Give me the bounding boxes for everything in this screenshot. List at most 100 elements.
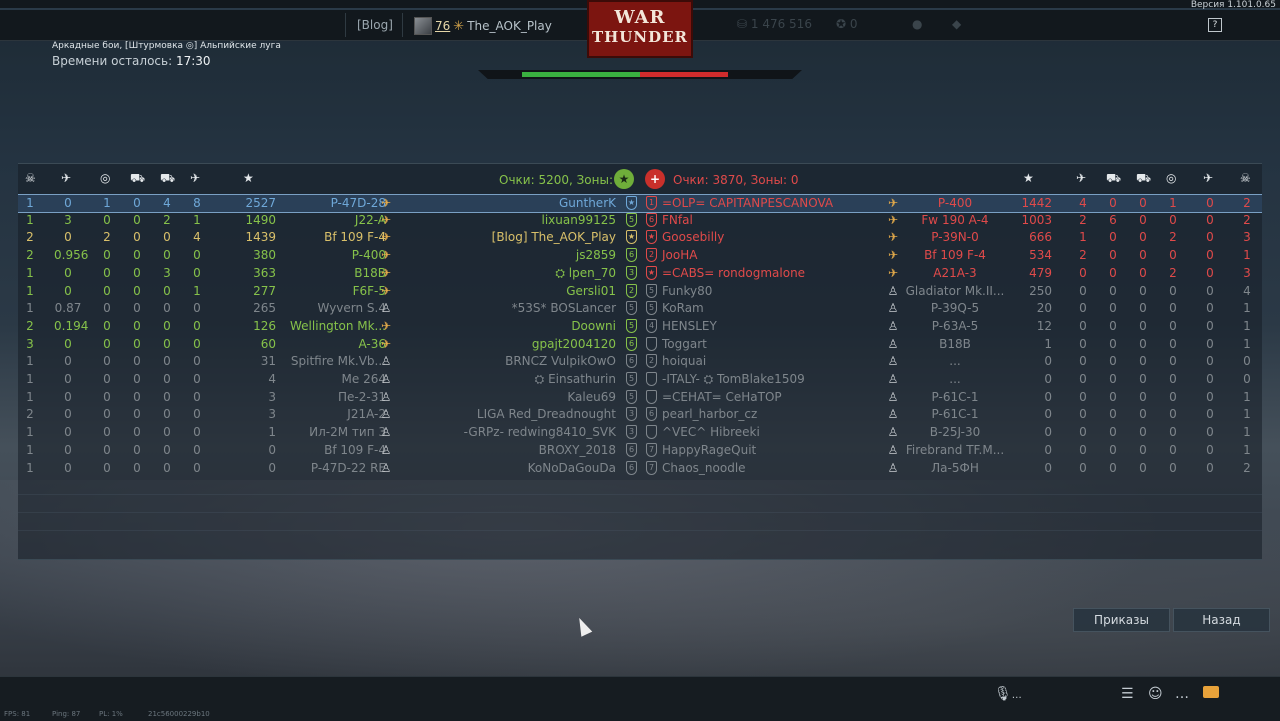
aircraft-icon: ✈	[380, 284, 392, 298]
stat-cell: 1	[26, 354, 34, 368]
stat-cell: 0	[133, 372, 141, 386]
player-name: =OLP= CAPITANPESCANOVA	[662, 196, 834, 210]
mail-icon[interactable]	[1203, 686, 1219, 698]
vehicle-name: ...	[949, 372, 961, 386]
stat-cell: 0	[1169, 284, 1177, 298]
table-row[interactable]: 2 0.956 0 0 0 0 380 P-400 ✈ js2859 6 2 JooHA ✈ Bf 109 …	[18, 247, 1262, 264]
stat-cell: 0	[103, 319, 111, 333]
table-row[interactable]: 2 0 0 0 0 0 3 J21A-2 ♙ LIGA Red_Dreadnought 3 6 pear…	[18, 406, 1262, 423]
stat-cell: 0	[1169, 248, 1177, 262]
table-row[interactable]: 1 0 0 0 0 0 3 Пе-2-31 ♙ Kaleu69 5 =CEHAT= CeHaTOP ♙ P…	[18, 389, 1262, 406]
stat-cell: 0	[1109, 443, 1117, 457]
table-row[interactable]: 1 0 0 0 0 0 31 Spitfire Mk.Vb... ♙ BRNCZ VulpikOw…	[18, 353, 1262, 370]
stat-cell: 3	[26, 337, 34, 351]
stat-cell: 0	[103, 301, 111, 315]
stat-cell: 0	[1206, 337, 1214, 351]
parachute-icon: ♙	[887, 354, 899, 368]
help-icon[interactable]: ?	[1208, 18, 1222, 32]
rank-badge: 5	[646, 301, 657, 315]
score-cell: 1490	[245, 213, 276, 227]
enemy-score-fill	[640, 72, 728, 77]
stat-cell: 0	[64, 354, 72, 368]
blog-link[interactable]: [Blog]	[357, 18, 393, 32]
vehicle-name: J21A-2	[347, 407, 386, 421]
table-row[interactable]: 1 0 1 0 4 8 2527 P-47D-28 ✈ GuntherK ★ 1 =OLP= CAPIT…	[18, 194, 1262, 213]
stat-cell: 0	[1206, 372, 1214, 386]
player-name: HappyRageQuit	[662, 443, 757, 457]
table-row[interactable]: 1 0 0 0 0 0 4 Me 264 ♙ ⛭ Einsathurin 5 -ITALY- ⛭ To…	[18, 371, 1262, 388]
table-row[interactable]: 2 0.194 0 0 0 0 126 Wellington Mk... ✈ Doowni 5 4 HE…	[18, 318, 1262, 335]
table-row[interactable]: 1 3 0 0 2 1 1490 J22-A ✈ lixuan99125 5 6 FNfal ✈ Fw 19…	[18, 212, 1262, 229]
player-name: Kaleu69	[567, 390, 616, 404]
stat-cell: 0	[1206, 319, 1214, 333]
player-profile[interactable]: 76 ✳ The_AOK_Play	[414, 17, 552, 35]
microphone-icon[interactable]: 🎙…	[994, 686, 1022, 702]
rank-badge: 5	[646, 284, 657, 298]
vehicle-name: A-36	[358, 337, 386, 351]
score-cell: 1	[268, 425, 276, 439]
table-row[interactable]: 3 0 0 0 0 0 60 A-36 ✈ gpajt2004120 6 Toggart ♙ B18B 1 0…	[18, 336, 1262, 353]
stat-cell: 0	[1109, 319, 1117, 333]
stat-cell: 0	[64, 461, 72, 475]
parachute-icon: ♙	[380, 301, 392, 315]
vehicle-name: Пе-2-31	[338, 390, 386, 404]
stat-cell: 0	[64, 337, 72, 351]
stat-cell: 0	[1079, 319, 1087, 333]
table-row[interactable]: 1 0 0 0 0 0 0 P-47D-22 RE ♙ KoNoDaGouDa 6 7 Chaos_no…	[18, 460, 1262, 477]
player-name: lixuan99125	[541, 213, 616, 227]
score-cell: 0	[268, 461, 276, 475]
rank-badge: 3	[626, 425, 637, 439]
parachute-icon: ♙	[887, 443, 899, 457]
stat-cell: 3	[163, 266, 171, 280]
rank-badge	[646, 372, 657, 386]
chat-icon[interactable]: …	[1175, 686, 1189, 702]
list-icon[interactable]: ☰	[1121, 686, 1134, 702]
table-row[interactable]: 1 0 0 0 0 0 1 Ил-2М тип 3 ♙ -GRPz- redwing8410_SV…	[18, 424, 1262, 441]
player-name: -ITALY- ⛭ TomBlake1509	[662, 372, 805, 386]
table-row[interactable]: 1 0 0 0 0 0 0 Bf 109 F-4 ♙ BROXY_2018 6 7 HappyRageQ…	[18, 442, 1262, 459]
orders-button[interactable]: Приказы	[1073, 608, 1170, 632]
table-row[interactable]: 2 0 2 0 0 4 1439 Bf 109 F-4 ✈ [Blog] The_AOK_Play…	[18, 229, 1262, 246]
score-cell: 1003	[1021, 213, 1052, 227]
vehicle-name: P-63A-5	[931, 319, 979, 333]
eagles-counter: ✪ 0	[836, 17, 858, 31]
back-button[interactable]: Назад	[1173, 608, 1270, 632]
stat-cell: 0	[103, 284, 111, 298]
stat-cell: 0	[1109, 372, 1117, 386]
stat-cell: 0	[1139, 248, 1147, 262]
vehicle-name: P-61C-1	[931, 390, 979, 404]
stat-cell: 1	[1243, 319, 1251, 333]
player-name: BROXY_2018	[538, 443, 616, 457]
stat-cell: 0	[1109, 337, 1117, 351]
stat-cell: 8	[193, 196, 201, 210]
stat-cell: 3	[64, 213, 72, 227]
stat-cell: 0	[163, 390, 171, 404]
aircraft-icon: ✈	[887, 266, 899, 280]
stat-cell: 2	[1243, 213, 1251, 227]
stat-cell: 0	[1109, 196, 1117, 210]
player-name: Toggart	[662, 337, 707, 351]
stat-cell: 0	[1079, 443, 1087, 457]
score-cell: 0	[1044, 390, 1052, 404]
stat-cell: 0	[1139, 213, 1147, 227]
stat-cell: 0	[1079, 337, 1087, 351]
player-name: ^VEC^ Hibreeki	[662, 425, 760, 439]
table-row[interactable]: 1 0 0 0 0 1 277 F6F-5 ✈ Gersli01 2 5 Funky80 ♙ Gladiat…	[18, 283, 1262, 300]
aircraft-kills-icon: ✈	[61, 171, 72, 185]
score-cell: 0	[1044, 372, 1052, 386]
parachute-icon: ♙	[380, 354, 392, 368]
stat-cell: 0	[1139, 284, 1147, 298]
player-name: KoRam	[662, 301, 704, 315]
rank-badge: 6	[626, 337, 637, 351]
score-cell: 60	[260, 337, 276, 351]
score-cell: 0	[1044, 443, 1052, 457]
parachute-icon: ♙	[380, 443, 392, 457]
parachute-icon: ♙	[887, 337, 899, 351]
aircraft-icon: ✈	[380, 230, 392, 244]
vehicle-name: P-400	[937, 196, 973, 210]
friends-icon[interactable]: ☺	[1148, 686, 1163, 702]
player-name: Doowni	[571, 319, 616, 333]
rank-badge: 1	[646, 196, 657, 210]
table-row[interactable]: 1 0 0 0 3 0 363 B18B ✈ ⛭ lpen_70 3 ★ =CABS= rondogma…	[18, 265, 1262, 282]
table-row[interactable]: 1 0.87 0 0 0 0 265 Wyvern S.4 ♙ *53S* BOSLancer 5 5…	[18, 300, 1262, 317]
